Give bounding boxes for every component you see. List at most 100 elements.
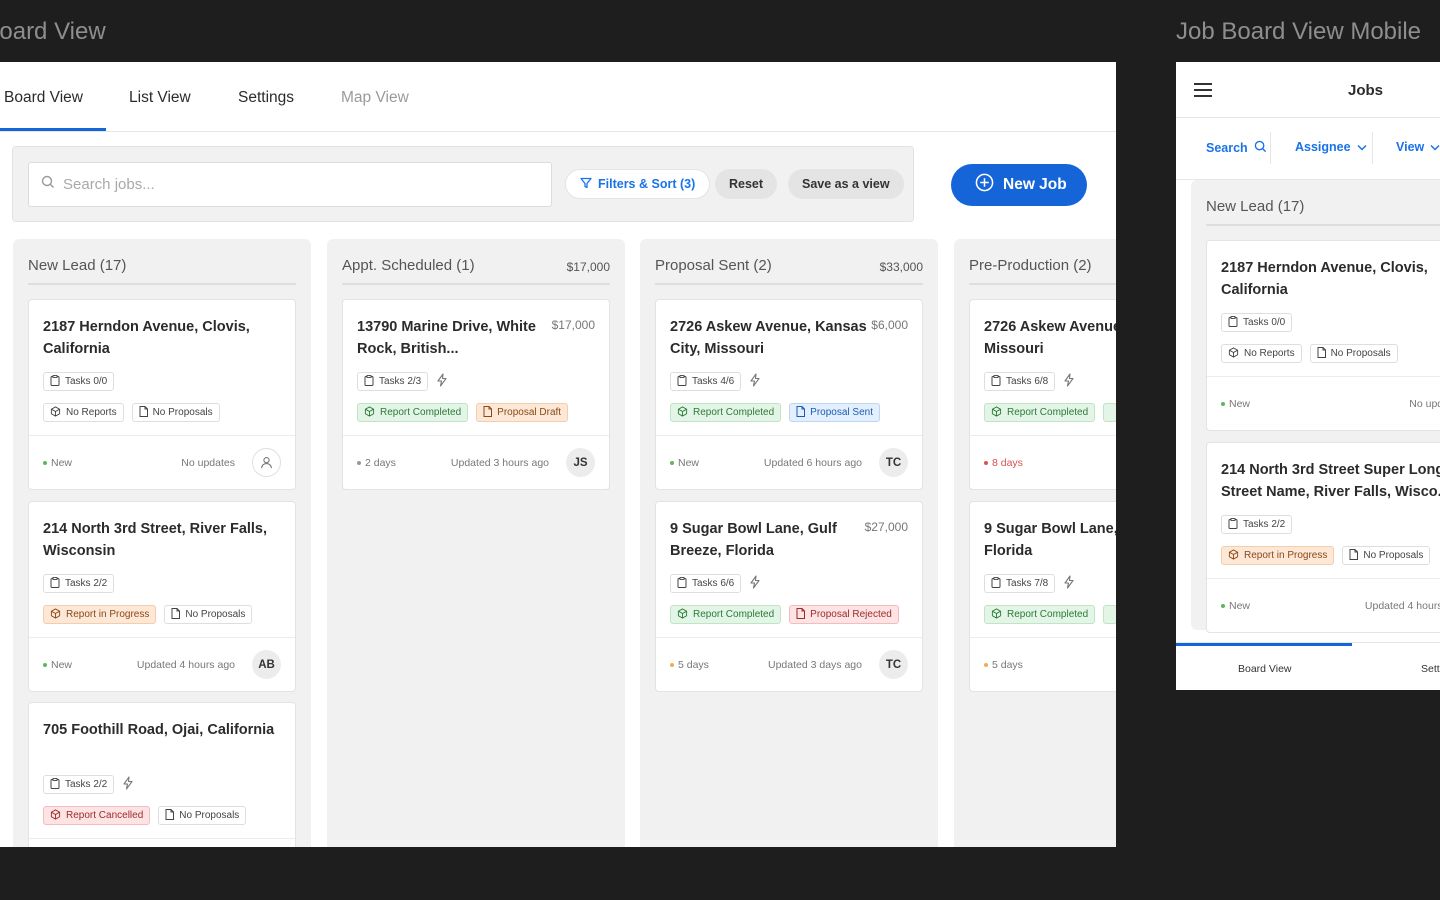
job-status-label: 5 days [678,659,709,671]
report-status-label: Report Completed [1007,609,1089,620]
tab-map-view[interactable]: Map View [341,89,409,107]
assignee-avatar[interactable]: TC [879,448,908,477]
lightning-icon[interactable] [436,373,448,390]
status-dot [43,663,47,668]
lightning-icon[interactable] [1063,575,1075,592]
card-body: 2187 Herndon Avenue, Clovis, California T… [1207,241,1440,377]
task-row: Tasks 0/0 [43,372,115,391]
proposal-status-chip: Proposal Rejected [789,605,899,624]
status-dot [670,663,674,668]
new-job-button[interactable]: New Job [951,164,1087,206]
job-card[interactable]: 214 North 3rd Street, River Falls, Wisco… [28,501,296,692]
tasks-chip: Tasks 7/8 [984,574,1056,593]
document-icon [1317,346,1326,361]
tasks-label: Tasks 2/2 [1243,519,1286,530]
desktop-frame-title: Job Board View [0,18,106,45]
column-header: Pre-Production (2) [969,257,1116,285]
job-card[interactable]: 9 Sugar Bowl Lane, Gulf Breeze, Florida T… [969,501,1116,692]
tab-bar: Board View List View Settings Map View [0,62,1116,132]
proposal-status-label: No Proposals [185,609,246,620]
proposal-status-label: No Proposals [152,407,213,418]
report-status-label: No Reports [1244,348,1295,359]
assignee-avatar[interactable]: JS [566,448,595,477]
job-status-label: New [51,457,73,469]
toolbar: Filters & Sort (3) Reset Save as a view [12,146,914,222]
search-input[interactable] [63,176,503,193]
new-job-label: New Job [1003,176,1067,193]
job-status: 5 days [984,659,1023,671]
cube-icon [364,405,375,420]
lightning-icon[interactable] [122,776,134,793]
tasks-label: Tasks 6/8 [1006,376,1049,387]
clipboard-icon [677,374,687,389]
job-status-label: New [678,457,700,469]
card-body: 2726 Askew Avenue, Kansas City, Missouri… [656,300,922,436]
job-card[interactable]: 9 Sugar Bowl Lane, Gulf Breeze, Florida $… [655,501,923,692]
status-dot [670,461,674,466]
task-row: Tasks 2/2 [43,775,134,794]
tasks-chip: Tasks 0/0 [43,372,115,391]
assignee-avatar[interactable]: AB [252,650,281,679]
lightning-icon[interactable] [749,373,761,390]
report-status-label: Report Completed [380,407,462,418]
job-address: 214 North 3rd Street Super Long Street N… [1221,462,1440,500]
card-footer: 5 daysUpdated [970,638,1116,691]
job-address: 9 Sugar Bowl Lane, Gulf Breeze, Florida [984,521,1116,559]
document-icon [796,607,806,622]
mobile-job-card[interactable]: 214 North 3rd Street Super Long Street N… [1206,442,1440,633]
status-chip-row: Report Completed Proposal Draft [357,403,569,422]
column-title: New Lead (17) [28,257,127,274]
mobile-search-button[interactable]: Search [1206,140,1267,156]
assignee-avatar[interactable]: TC [879,650,908,679]
job-card[interactable]: 2726 Askew Avenue, Kansas City, Missouri… [655,299,923,490]
mobile-tab-board-view[interactable]: Board View [1238,663,1292,675]
mobile-job-card[interactable]: 2187 Herndon Avenue, Clovis, California T… [1206,240,1440,431]
tasks-chip: Tasks 6/6 [670,574,742,593]
job-card[interactable]: 705 Foothill Road, Ojai, California Tasks… [28,702,296,847]
tab-list-view[interactable]: List View [129,89,191,107]
proposal-status-chip: No Proposals [131,403,220,422]
job-address: 2726 Askew Avenue, Kansas City, Missouri [670,319,867,357]
card-footer: New Updated 4 hours ago [1207,579,1440,632]
status-dot [984,461,988,466]
lightning-icon[interactable] [1063,373,1075,390]
unassigned-user-icon[interactable] [252,448,281,477]
report-status-chip: Report Cancelled [43,806,151,825]
card-footer: NewUpdated 30 minutes agoJO [29,839,295,847]
reset-button[interactable]: Reset [715,169,778,199]
report-status-label: Report in Progress [66,609,150,620]
filters-sort-button[interactable]: Filters & Sort (3) [565,169,711,199]
clipboard-icon [50,576,60,591]
tasks-chip: Tasks 0/0 [1221,313,1293,332]
tasks-label: Tasks 2/2 [65,779,108,790]
report-status-chip: No Reports [1221,344,1302,363]
card-footer: New Updated 4 hours ago AB [29,638,295,691]
mobile-assignee-dropdown[interactable]: Assignee [1295,140,1367,154]
job-card[interactable]: 2187 Herndon Avenue, Clovis, California T… [28,299,296,490]
report-status-chip: Report Completed [984,605,1096,624]
job-card[interactable]: 2726 Askew Avenue, Kansas City, Missouri… [969,299,1116,490]
status-dot [984,663,988,668]
task-row: Tasks 4/6 [670,372,761,391]
board-column: Proposal Sent (2) $33,000 2726 Askew Avenu… [640,239,938,847]
tab-settings[interactable]: Settings [238,89,294,107]
lightning-icon[interactable] [749,575,761,592]
mobile-tab-settings[interactable]: Settings [1421,663,1440,675]
card-body: 2187 Herndon Avenue, Clovis, California T… [29,300,295,436]
column-title: Appt. Scheduled (1) [342,257,475,274]
job-address: 2187 Herndon Avenue, Clovis, California [1221,260,1428,298]
job-card[interactable]: 13790 Marine Drive, White Rock, British.… [342,299,610,490]
active-tab-indicator [1176,643,1352,646]
save-view-button[interactable]: Save as a view [788,169,904,199]
tab-board-view[interactable]: Board View [4,89,83,107]
task-row: Tasks 0/0 [1221,313,1293,332]
clipboard-icon [991,576,1001,591]
card-footer: New No updates [29,436,295,489]
mobile-view-dropdown[interactable]: View [1396,140,1440,154]
job-status: New [43,659,72,671]
report-status-label: Report Completed [693,609,775,620]
status-chip-row: Report Cancelled No Proposals [43,806,247,825]
hamburger-menu-icon[interactable] [1193,82,1213,103]
board-column: New Lead (17) 2187 Herndon Avenue, Clovis… [13,239,311,847]
task-row: Tasks 6/8 [984,372,1075,391]
